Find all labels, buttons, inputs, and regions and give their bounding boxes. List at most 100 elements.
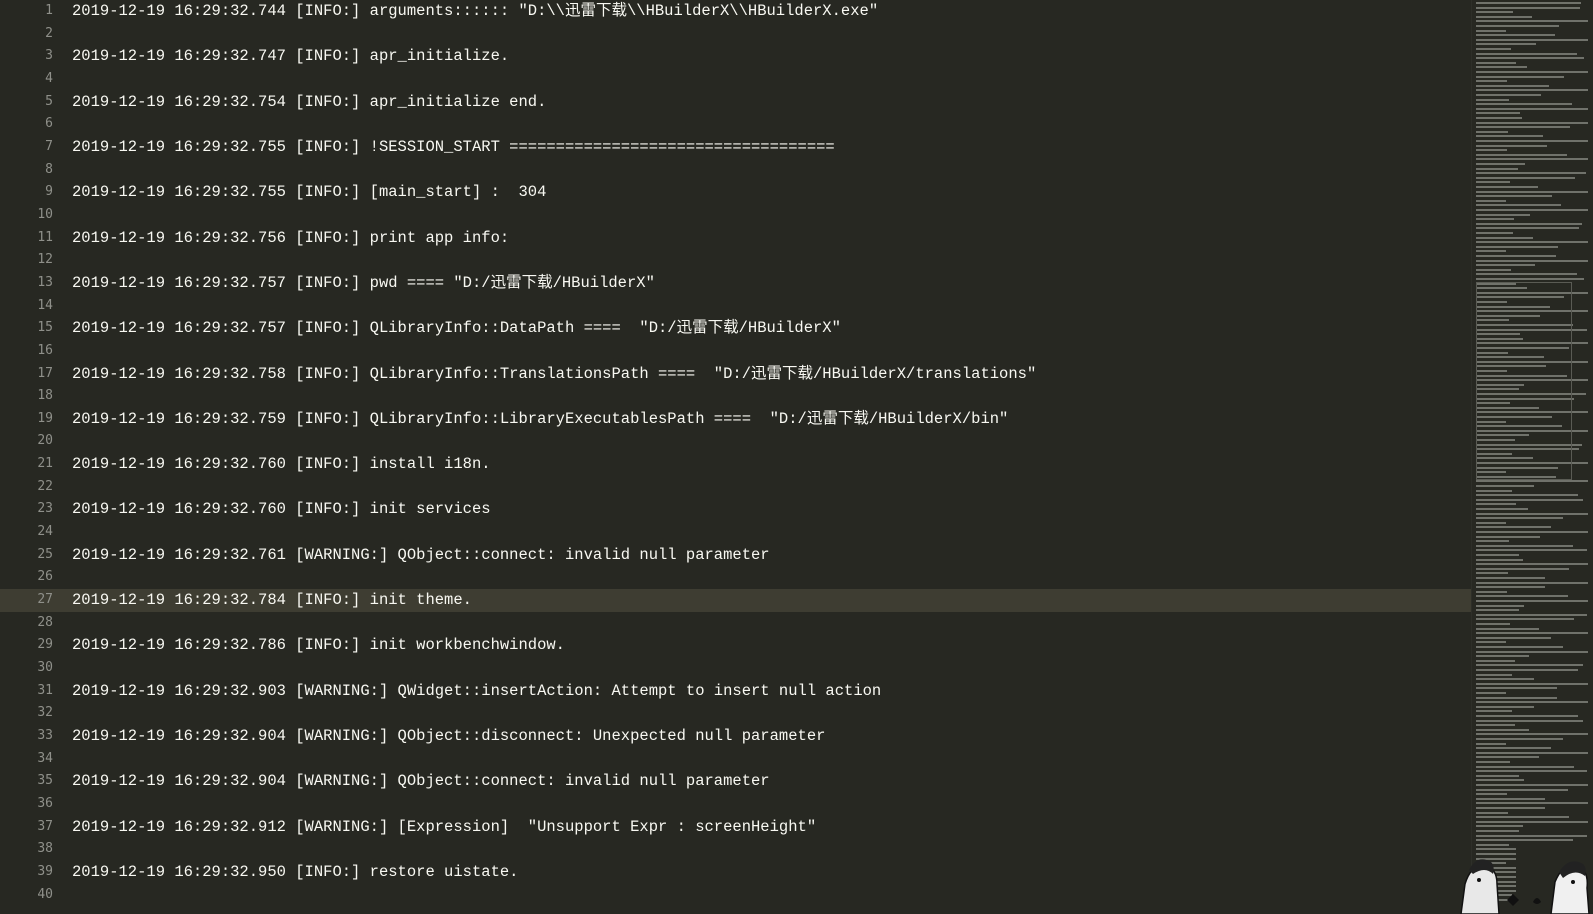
line-text[interactable]: 2019-12-19 16:29:32.760 [INFO:] init ser… [72, 498, 491, 521]
editor-line[interactable]: 6 [0, 113, 1472, 136]
line-number: 1 [45, 3, 53, 18]
minimap-line [1476, 719, 1583, 722]
editor-line[interactable]: 25 2019-12-19 16:29:32.761 [WARNING:] QOb… [0, 544, 1472, 567]
minimap-line [1476, 664, 1583, 667]
minimap-line [1476, 724, 1516, 727]
minimap-line [1476, 153, 1567, 156]
line-text[interactable]: 2019-12-19 16:29:32.754 [INFO:] apr_init… [72, 91, 546, 114]
editor-line[interactable]: 19 2019-12-19 16:29:32.759 [INFO:] QLibra… [0, 408, 1472, 431]
minimap-line [1476, 572, 1508, 575]
minimap[interactable] [1460, 0, 1593, 914]
editor-line[interactable]: 8 [0, 159, 1472, 182]
line-text[interactable]: 2019-12-19 16:29:32.755 [INFO:] [main_st… [72, 181, 546, 204]
editor-line[interactable]: 17 2019-12-19 16:29:32.758 [INFO:] QLibra… [0, 363, 1472, 386]
line-text[interactable]: 2019-12-19 16:29:32.757 [INFO:] QLibrary… [72, 317, 841, 340]
line-number: 5 [45, 93, 53, 109]
minimap-line [1476, 751, 1588, 754]
editor-line[interactable]: 35 2019-12-19 16:29:32.904 [WARNING:] QOb… [0, 770, 1472, 793]
line-text[interactable]: 2019-12-19 16:29:32.757 [INFO:] pwd ====… [72, 272, 655, 295]
minimap-line [1476, 544, 1574, 547]
mascot-illustration-icon [1460, 859, 1590, 914]
line-text[interactable]: 2019-12-19 16:29:32.903 [WARNING:] QWidg… [72, 680, 881, 703]
line-number: 14 [37, 297, 53, 313]
minimap-line [1476, 25, 1559, 27]
minimap-line [1476, 71, 1588, 73]
editor-line[interactable]: 9 2019-12-19 16:29:32.755 [INFO:] [main_s… [0, 181, 1472, 204]
line-number: 30 [37, 660, 53, 676]
editor-line[interactable]: 14 [0, 295, 1472, 318]
editor-line[interactable]: 28 [0, 612, 1472, 635]
editor-line[interactable]: 24 [0, 521, 1472, 544]
editor-line[interactable]: 7 2019-12-19 16:29:32.755 [INFO:] !SESSIO… [0, 136, 1472, 159]
editor-line[interactable]: 26 [0, 566, 1472, 589]
editor-line[interactable]: 1 2019-12-19 16:29:32.744 [INFO:] argumen… [0, 0, 1472, 23]
line-number: 3 [45, 48, 53, 64]
editor-line[interactable]: 15 2019-12-19 16:29:32.757 [INFO:] QLibra… [0, 317, 1472, 340]
line-text[interactable]: 2019-12-19 16:29:32.747 [INFO:] apr_init… [72, 45, 509, 68]
line-number: 26 [37, 569, 53, 585]
editor-line[interactable]: 3 2019-12-19 16:29:32.747 [INFO:] apr_ini… [0, 45, 1472, 68]
editor-line[interactable]: 40 [0, 884, 1472, 907]
minimap-line [1476, 659, 1516, 662]
minimap-line [1476, 172, 1586, 175]
editor-line[interactable]: 12 [0, 249, 1472, 272]
editor-line[interactable]: 36 [0, 793, 1472, 816]
minimap-line [1476, 521, 1507, 524]
editor-line[interactable]: 2 [0, 23, 1472, 46]
minimap-line [1476, 673, 1513, 676]
line-text[interactable]: 2019-12-19 16:29:32.761 [WARNING:] QObje… [72, 544, 770, 567]
editor-line[interactable]: 16 [0, 340, 1472, 363]
line-text[interactable]: 2019-12-19 16:29:32.912 [WARNING:] [Expr… [72, 816, 816, 839]
editor-line[interactable]: 34 [0, 748, 1472, 771]
editor-line[interactable]: 4 [0, 68, 1472, 91]
line-text[interactable]: 2019-12-19 16:29:32.784 [INFO:] init the… [72, 589, 472, 612]
editor-line[interactable]: 23 2019-12-19 16:29:32.760 [INFO:] init s… [0, 498, 1472, 521]
minimap-line [1476, 80, 1507, 83]
minimap-line [1476, 149, 1508, 152]
editor-line[interactable]: 22 [0, 476, 1472, 499]
editor-line[interactable]: 33 2019-12-19 16:29:32.904 [WARNING:] QOb… [0, 725, 1472, 748]
minimap-line [1476, 250, 1507, 253]
minimap-viewport-box[interactable] [1476, 282, 1572, 480]
line-number: 20 [37, 433, 53, 449]
editor-line[interactable]: 38 [0, 838, 1472, 861]
editor-line[interactable]: 39 2019-12-19 16:29:32.950 [INFO:] restor… [0, 861, 1472, 884]
editor-lines[interactable]: 1 2019-12-19 16:29:32.744 [INFO:] argumen… [0, 0, 1472, 906]
editor-line[interactable]: 37 2019-12-19 16:29:32.912 [WARNING:] [Ex… [0, 816, 1472, 839]
minimap-line [1476, 512, 1588, 515]
line-text[interactable]: 2019-12-19 16:29:32.756 [INFO:] print ap… [72, 227, 509, 250]
line-text[interactable]: 2019-12-19 16:29:32.904 [WARNING:] QObje… [72, 770, 770, 793]
line-text[interactable]: 2019-12-19 16:29:32.755 [INFO:] !SESSION… [72, 136, 835, 159]
line-text[interactable]: 2019-12-19 16:29:32.786 [INFO:] init wor… [72, 634, 565, 657]
line-number: 36 [37, 795, 53, 811]
editor-line[interactable]: 29 2019-12-19 16:29:32.786 [INFO:] init w… [0, 634, 1472, 657]
line-text[interactable]: 2019-12-19 16:29:32.744 [INFO:] argument… [72, 0, 878, 23]
line-text[interactable]: 2019-12-19 16:29:32.904 [WARNING:] QObje… [72, 725, 825, 748]
minimap-line [1476, 669, 1579, 671]
minimap-line [1476, 526, 1551, 529]
line-text[interactable]: 2019-12-19 16:29:32.950 [INFO:] restore … [72, 861, 518, 884]
editor-line[interactable]: 13 2019-12-19 16:29:32.757 [INFO:] pwd ==… [0, 272, 1472, 295]
line-text[interactable]: 2019-12-19 16:29:32.758 [INFO:] QLibrary… [72, 363, 1036, 386]
editor-line[interactable]: 5 2019-12-19 16:29:32.754 [INFO:] apr_ini… [0, 91, 1472, 114]
code-editor[interactable]: 1 2019-12-19 16:29:32.744 [INFO:] argumen… [0, 0, 1593, 914]
editor-line[interactable]: 27 2019-12-19 16:29:32.784 [INFO:] init t… [0, 589, 1472, 612]
editor-line[interactable]: 21 2019-12-19 16:29:32.760 [INFO:] instal… [0, 453, 1472, 476]
editor-line[interactable]: 31 2019-12-19 16:29:32.903 [WARNING:] QWi… [0, 680, 1472, 703]
minimap-line [1476, 747, 1552, 750]
editor-line[interactable]: 20 [0, 430, 1472, 453]
minimap-line [1476, 756, 1540, 759]
line-text[interactable]: 2019-12-19 16:29:32.759 [INFO:] QLibrary… [72, 408, 1008, 431]
line-number: 35 [37, 773, 53, 789]
minimap-line [1476, 563, 1588, 566]
editor-line[interactable]: 10 [0, 204, 1472, 227]
editor-line[interactable]: 30 [0, 657, 1472, 680]
minimap-line [1476, 48, 1512, 50]
editor-line[interactable]: 11 2019-12-19 16:29:32.756 [INFO:] print … [0, 227, 1472, 250]
editor-line[interactable]: 32 [0, 702, 1472, 725]
minimap-line [1476, 494, 1578, 497]
line-text[interactable]: 2019-12-19 16:29:32.760 [INFO:] install … [72, 453, 491, 476]
minimap-line [1476, 742, 1507, 745]
editor-line[interactable]: 18 [0, 385, 1472, 408]
minimap-line [1476, 130, 1508, 133]
